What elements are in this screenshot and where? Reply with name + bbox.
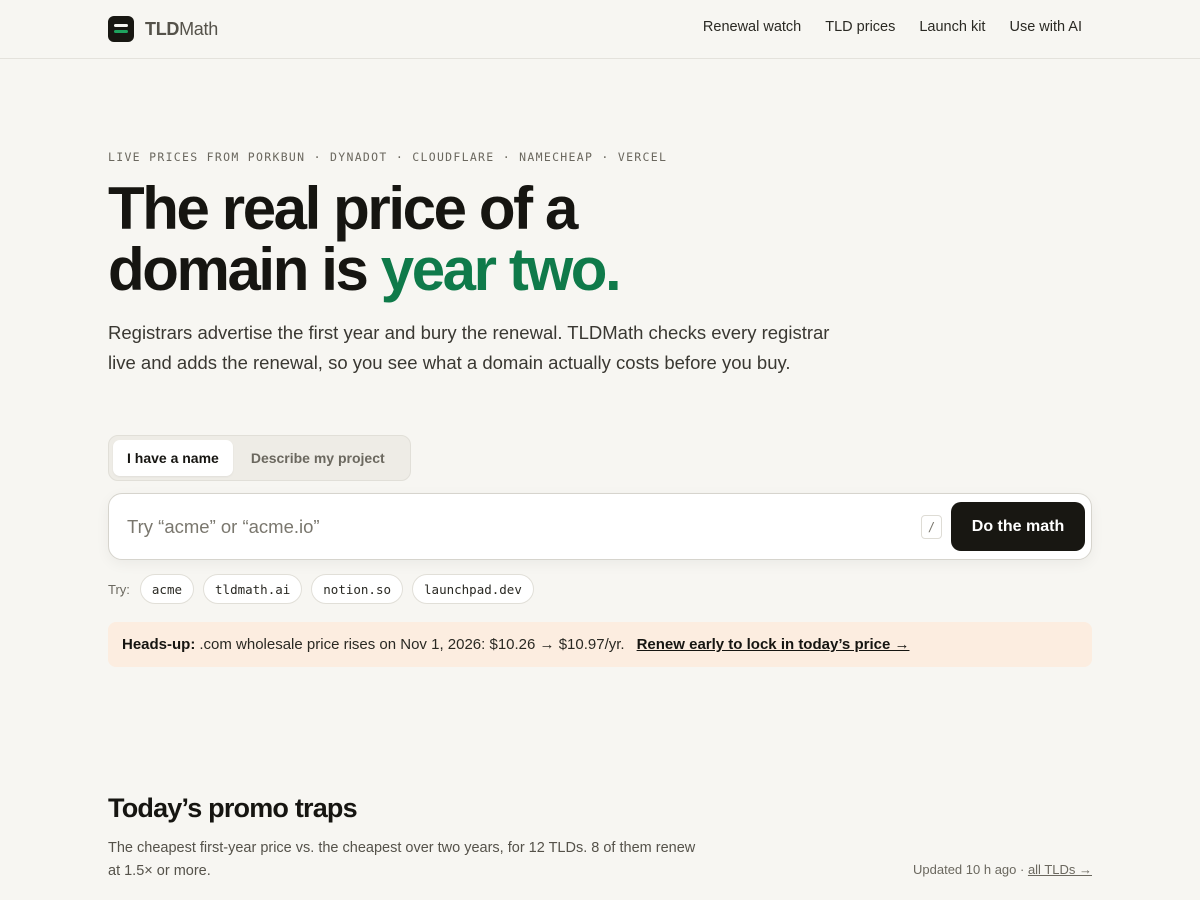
domain-search-box: / Do the math bbox=[108, 493, 1092, 560]
headline-line-2: domain is bbox=[108, 236, 381, 303]
tab-describe-my-project[interactable]: Describe my project bbox=[237, 440, 399, 476]
headline-accent: year two. bbox=[380, 236, 622, 303]
updated-status: Updated 10 h ago · all TLDs → bbox=[913, 862, 1092, 877]
example-chip-tldmath-ai[interactable]: tldmath.ai bbox=[203, 574, 303, 604]
example-chip-notion-so[interactable]: notion.so bbox=[311, 574, 404, 604]
nav-link-use-with-ai[interactable]: Use with AI bbox=[1009, 19, 1082, 35]
try-label: Try: bbox=[108, 581, 130, 597]
logo-wordmark: TLDMath bbox=[145, 19, 218, 40]
top-navigation-bar: TLDMath Renewal watch TLD prices Launch … bbox=[0, 0, 1200, 59]
nav-link-renewal-watch[interactable]: Renewal watch bbox=[703, 19, 801, 35]
tab-i-have-a-name[interactable]: I have a name bbox=[113, 440, 233, 476]
renew-early-link[interactable]: Renew early to lock in today’s price → bbox=[637, 636, 910, 653]
alert-prefix: Heads-up: bbox=[122, 636, 196, 653]
tldmath-logo-icon bbox=[108, 16, 134, 42]
search-mode-tabs: I have a name Describe my project bbox=[108, 435, 411, 481]
updated-text: Updated 10 h ago · bbox=[913, 862, 1028, 877]
example-chip-acme[interactable]: acme bbox=[139, 574, 195, 604]
section-title: Today’s promo traps bbox=[108, 793, 358, 823]
all-tlds-link[interactable]: all TLDs → bbox=[1028, 862, 1092, 877]
example-suggestions: Try: acme tldmath.ai notion.so launchpad… bbox=[108, 574, 534, 604]
nav-link-launch-kit[interactable]: Launch kit bbox=[919, 19, 985, 35]
nav-link-tld-prices[interactable]: TLD prices bbox=[825, 19, 895, 35]
site-logo[interactable]: TLDMath bbox=[108, 16, 218, 42]
price-increase-alert: Heads-up: .com wholesale price rises on … bbox=[108, 622, 1092, 667]
hero-headline: The real price of a domain is year two. bbox=[108, 178, 808, 300]
alert-message: .com wholesale price rises on Nov 1, 202… bbox=[199, 636, 625, 653]
logo-wordmark-rest: Math bbox=[179, 18, 218, 39]
hero-eyebrow: LIVE PRICES FROM PORKBUN · DYNADOT · CLO… bbox=[108, 150, 668, 164]
headline-line-1: The real price of a bbox=[108, 175, 578, 242]
keyboard-shortcut-hint: / bbox=[921, 515, 942, 539]
example-chip-launchpad-dev[interactable]: launchpad.dev bbox=[412, 574, 534, 604]
main-nav: Renewal watch TLD prices Launch kit Use … bbox=[703, 19, 1082, 35]
logo-wordmark-bold: TLD bbox=[145, 18, 180, 39]
domain-search-input[interactable] bbox=[127, 508, 907, 546]
logo-bar-bottom bbox=[114, 30, 128, 33]
section-description: The cheapest first-year price vs. the ch… bbox=[108, 840, 696, 879]
logo-bar-top bbox=[114, 24, 128, 27]
do-the-math-button[interactable]: Do the math bbox=[951, 502, 1085, 551]
hero-subcopy: Registrars advertise the first year and … bbox=[108, 322, 830, 373]
